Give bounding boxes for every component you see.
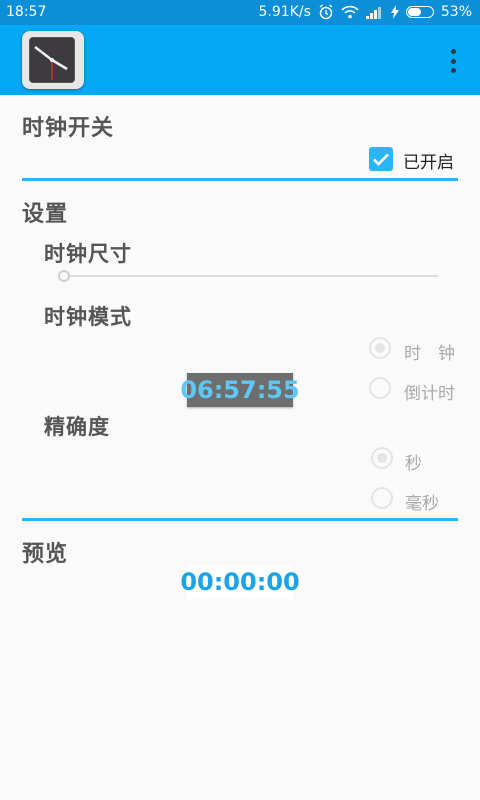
precision-millisecond-label[interactable]: 毫秒 [405,489,439,514]
wifi-icon [341,5,359,19]
signal-icon [365,6,384,19]
preview-title: 预览 [22,542,69,567]
divider [22,518,458,521]
battery-percent: 53% [440,4,472,20]
precision-label: 精确度 [44,415,110,439]
preview-display: 00:00:00 [180,565,300,599]
clock-mode-label: 时钟模式 [44,305,132,329]
clock-switch-title: 时钟开关 [22,116,115,141]
mode-clock-radio[interactable] [369,337,391,359]
app-bar [0,25,480,95]
precision-millisecond-radio[interactable] [371,487,393,509]
clock-size-label: 时钟尺寸 [44,242,132,266]
overflow-menu-icon[interactable] [450,49,456,73]
mode-countdown-radio[interactable] [369,377,391,399]
clock-size-slider-thumb[interactable] [58,270,70,282]
battery-icon [405,6,434,18]
clock-app-icon[interactable] [22,31,84,89]
alarm-icon [318,4,334,20]
mode-clock-label[interactable]: 时 钟 [404,339,455,364]
settings-title: 设置 [22,202,69,227]
status-time: 18:57 [6,4,47,20]
charging-icon [390,5,399,19]
net-speed: 5.91K/s [258,4,311,20]
clock-enabled-checkbox[interactable] [369,147,393,171]
clock-enabled-label[interactable]: 已开启 [403,148,454,173]
status-bar: 18:57 5.91K/s 53% [0,0,480,25]
precision-second-radio[interactable] [371,447,393,469]
status-right: 5.91K/s 53% [259,4,473,20]
divider [22,178,458,181]
precision-second-label[interactable]: 秒 [405,449,422,474]
mode-countdown-label[interactable]: 倒计时 [404,379,455,404]
clock-size-slider[interactable] [60,275,438,277]
clock-display: 06:57:55 [180,373,300,407]
check-icon [373,153,389,166]
